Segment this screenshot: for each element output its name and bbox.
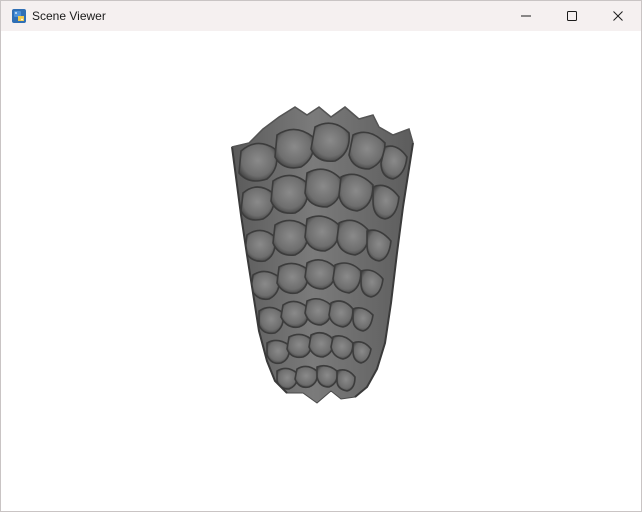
- minimize-button[interactable]: [503, 1, 549, 31]
- vase-model: [231, 106, 414, 404]
- window-title: Scene Viewer: [32, 9, 106, 23]
- minimize-icon: [521, 15, 531, 17]
- python-app-icon: [11, 8, 27, 24]
- scene-canvas: [231, 106, 414, 404]
- maximize-button[interactable]: [549, 1, 595, 31]
- close-icon: [613, 11, 623, 21]
- 3d-viewport[interactable]: [1, 31, 641, 511]
- scene-viewer-window: Scene Viewer: [0, 0, 642, 512]
- title-bar[interactable]: Scene Viewer: [1, 1, 641, 31]
- maximize-icon: [567, 11, 577, 21]
- close-button[interactable]: [595, 1, 641, 31]
